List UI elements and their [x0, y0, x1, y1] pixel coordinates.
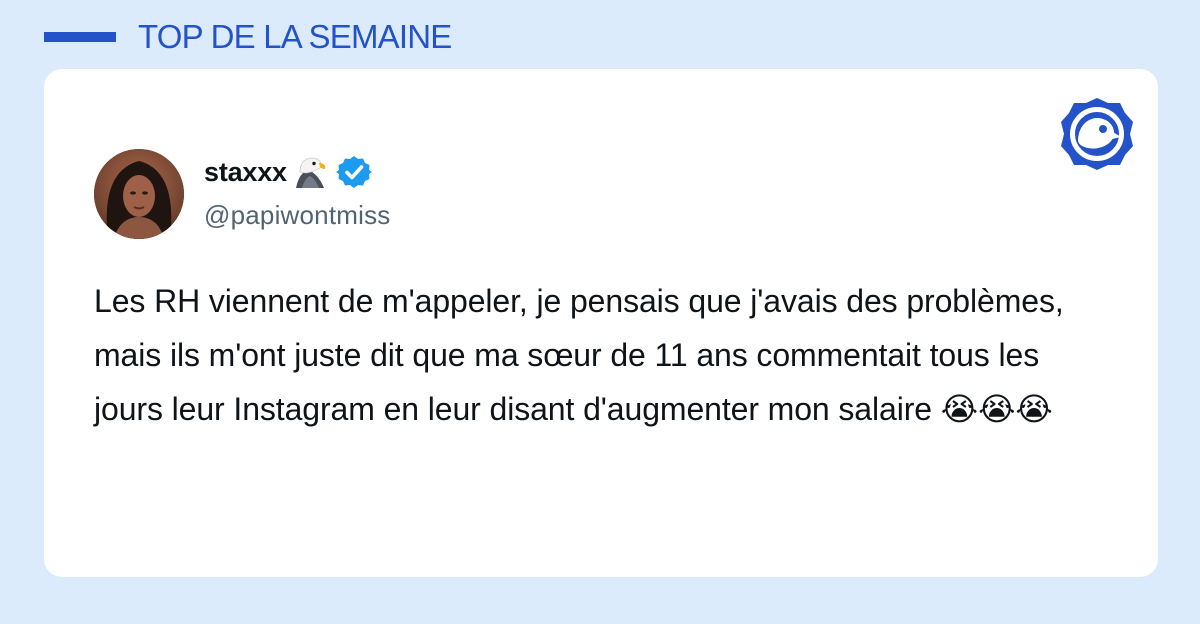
eagle-icon	[295, 157, 326, 188]
tweet-text: Les RH viennent de m'appeler, je pensais…	[94, 274, 1114, 436]
header-title: TOP DE LA SEMAINE	[138, 18, 452, 55]
verified-badge-icon	[335, 156, 372, 188]
tweet-body: Les RH viennent de m'appeler, je pensais…	[94, 283, 1064, 427]
crying-emoji-icon: 😭😭😭	[940, 391, 1053, 427]
display-name[interactable]: staxxx	[204, 157, 287, 188]
avatar[interactable]	[94, 149, 184, 239]
display-name-row: staxxx	[204, 153, 372, 191]
avatar-image	[94, 149, 184, 239]
header: TOP DE LA SEMAINE	[44, 14, 452, 60]
bird-badge-icon	[1061, 98, 1133, 170]
header-accent-bar	[44, 32, 116, 42]
bottom-strip	[0, 624, 1200, 628]
user-handle[interactable]: @papiwontmiss	[204, 200, 391, 231]
tweet-card[interactable]: staxxx @papiwontmiss Les RH viennent de …	[44, 69, 1158, 577]
